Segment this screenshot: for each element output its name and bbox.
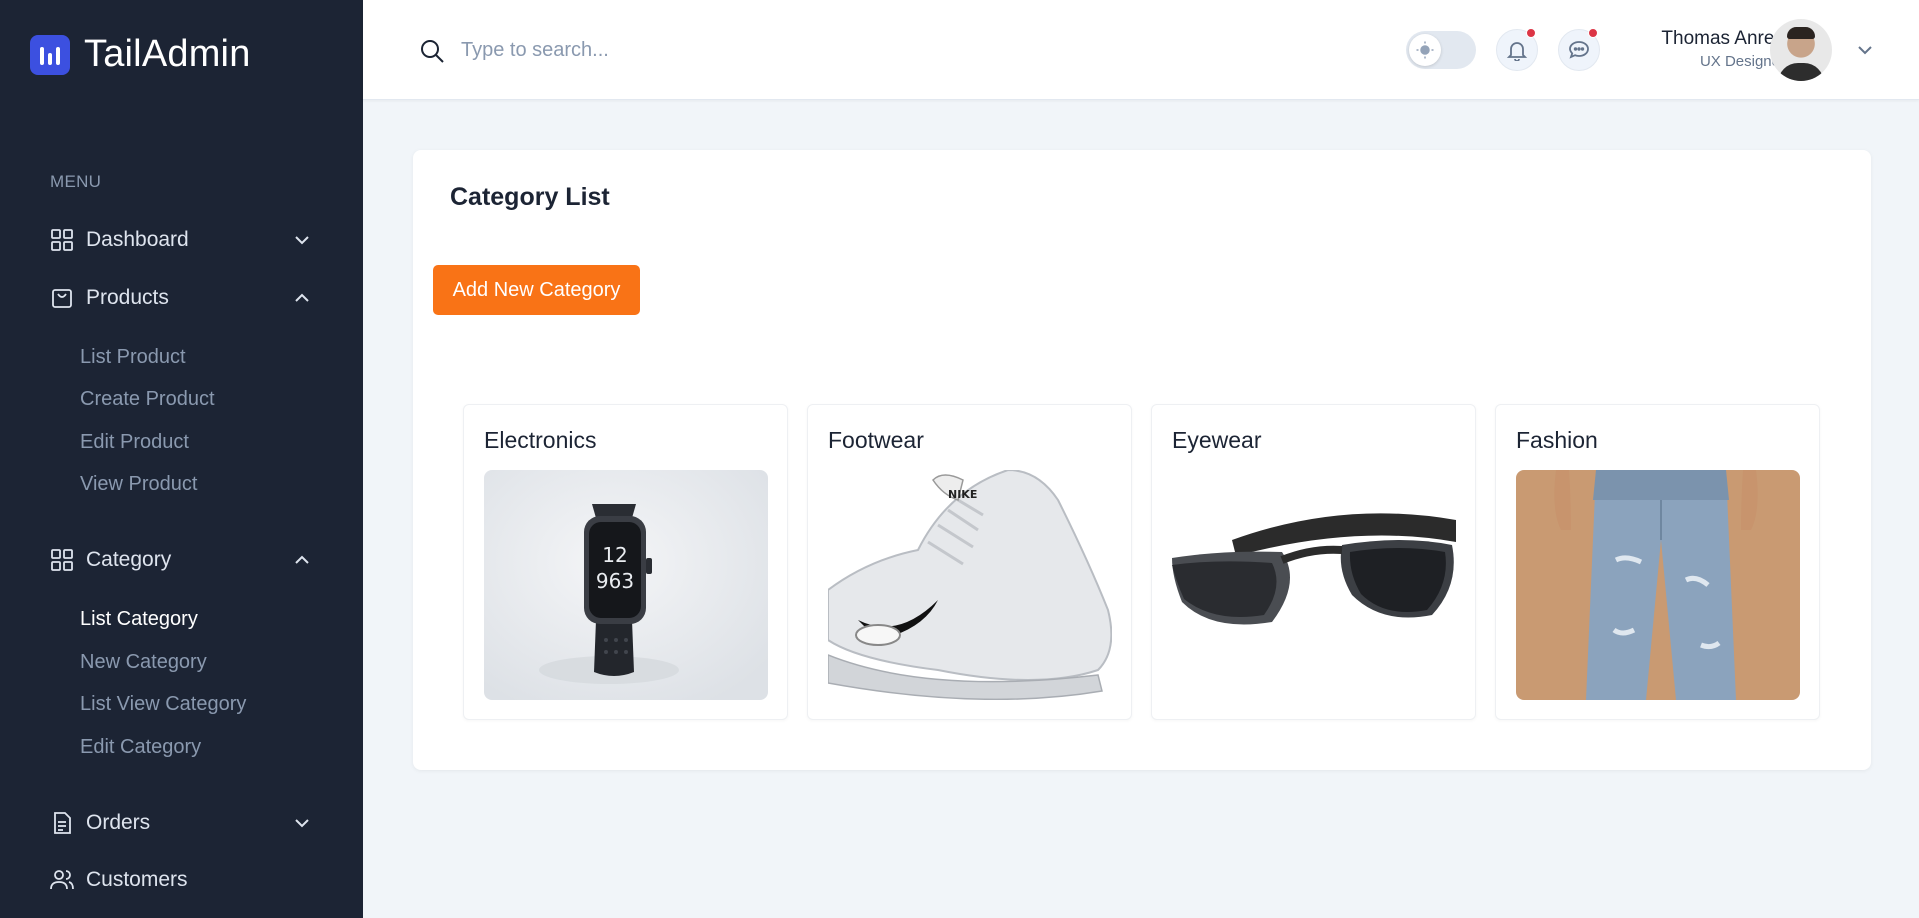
sidebar-item-label: Dashboard — [86, 228, 189, 251]
brand-name: TailAdmin — [84, 33, 251, 75]
svg-text:963: 963 — [596, 569, 634, 593]
sidebar: TailAdmin MENU Dashboard Products List P… — [0, 0, 363, 918]
sidebar-item-label: Category — [86, 548, 172, 571]
sidebar-item-category[interactable]: Category — [50, 542, 314, 578]
sidebar-subitem-edit-category[interactable]: Edit Category — [80, 736, 201, 759]
search-icon[interactable] — [419, 38, 445, 64]
category-card-electronics[interactable]: Electronics 12 963 — [463, 404, 788, 720]
sidebar-subitem-create-product[interactable]: Create Product — [80, 388, 215, 411]
chevron-down-icon — [295, 236, 309, 245]
bag-icon — [50, 286, 74, 310]
chevron-up-icon — [295, 555, 309, 564]
bell-icon — [1506, 42, 1528, 61]
messages-button[interactable] — [1558, 28, 1600, 71]
avatar[interactable] — [1770, 19, 1832, 81]
category-name: Electronics — [484, 427, 597, 453]
user-name[interactable]: Thomas Anree — [1661, 28, 1785, 50]
sidebar-item-dashboard[interactable]: Dashboard — [50, 222, 314, 258]
sneaker-image: NIKE — [828, 470, 1112, 700]
users-icon — [50, 868, 74, 892]
svg-text:NIKE: NIKE — [948, 488, 977, 501]
chevron-down-icon — [295, 819, 309, 828]
sidebar-item-label: Products — [86, 286, 169, 309]
sidebar-subitem-list-product[interactable]: List Product — [80, 346, 186, 369]
brand-logo[interactable]: TailAdmin — [30, 33, 251, 76]
document-icon — [50, 811, 74, 835]
category-card-fashion[interactable]: Fashion — [1495, 404, 1820, 720]
sidebar-subitem-new-category[interactable]: New Category — [80, 651, 207, 674]
sun-icon — [1409, 34, 1441, 66]
category-list-card: Category List Add New Category Electroni… — [413, 150, 1871, 770]
logo-icon — [30, 34, 70, 75]
sidebar-item-label: Customers — [86, 868, 188, 891]
category-name: Footwear — [828, 427, 924, 453]
sidebar-item-products[interactable]: Products — [50, 280, 314, 316]
chevron-up-icon — [295, 293, 309, 302]
category-card-eyewear[interactable]: Eyewear — [1151, 404, 1476, 720]
grid-icon — [50, 228, 74, 252]
add-category-button[interactable]: Add New Category — [433, 265, 640, 315]
sidebar-item-customers[interactable]: Customers — [50, 862, 314, 898]
dark-mode-toggle[interactable] — [1406, 31, 1476, 69]
sidebar-subitem-list-view-category[interactable]: List View Category — [80, 693, 246, 716]
notification-button[interactable] — [1496, 28, 1538, 71]
sidebar-item-label: Orders — [86, 811, 151, 834]
category-name: Eyewear — [1172, 427, 1262, 453]
menu-label: MENU — [50, 172, 102, 191]
sidebar-subitem-edit-product[interactable]: Edit Product — [80, 431, 189, 454]
message-dot — [1588, 28, 1598, 38]
grid-icon — [50, 548, 74, 572]
sunglasses-image — [1172, 470, 1456, 700]
category-card-footwear[interactable]: Footwear NIKE — [807, 404, 1132, 720]
smartwatch-image: 12 963 — [484, 470, 768, 700]
chevron-down-icon[interactable] — [1853, 38, 1877, 62]
sidebar-subitem-view-product[interactable]: View Product — [80, 473, 197, 496]
top-header: Thomas Anree UX Designer — [363, 0, 1919, 100]
category-name: Fashion — [1516, 427, 1598, 453]
sidebar-subitem-list-category[interactable]: List Category — [80, 608, 198, 631]
search-input[interactable] — [461, 32, 861, 68]
jeans-image — [1516, 470, 1800, 700]
notification-dot — [1526, 28, 1536, 38]
chat-icon — [1569, 41, 1589, 59]
page-title: Category List — [450, 183, 610, 211]
svg-text:12: 12 — [602, 543, 627, 567]
sidebar-item-orders[interactable]: Orders — [50, 805, 314, 841]
